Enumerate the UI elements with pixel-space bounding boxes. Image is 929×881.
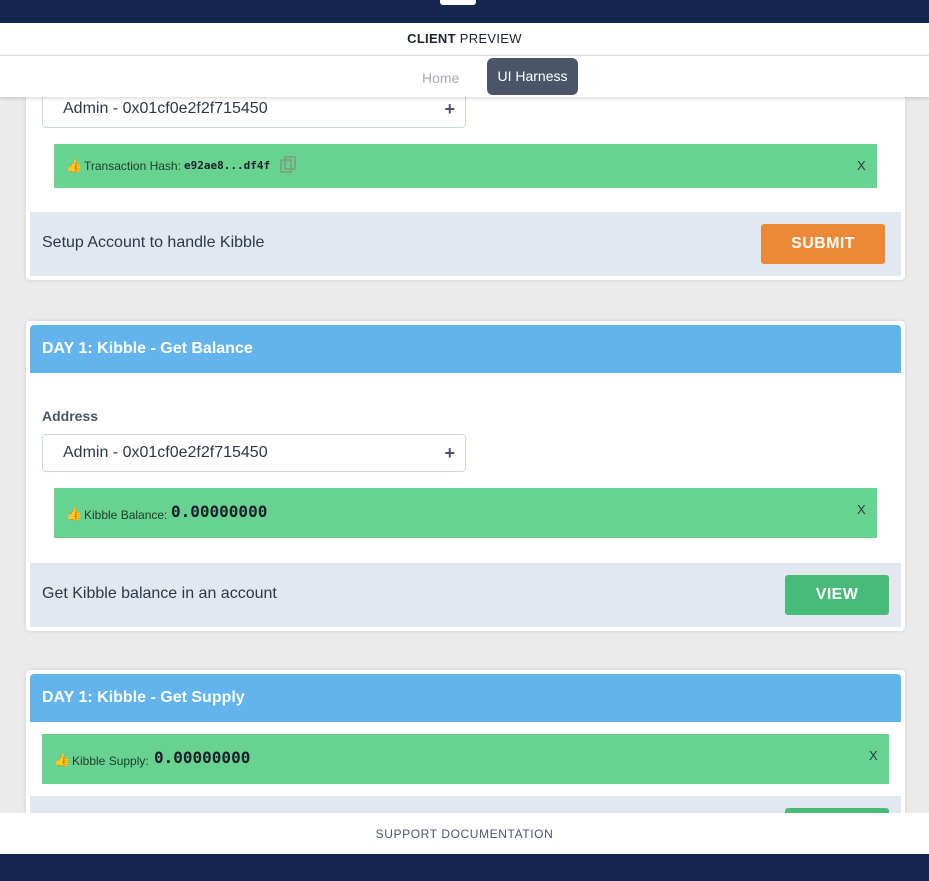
setup-account-description: Setup Account to handle Kibble <box>42 234 265 251</box>
preview-header: CLIENT PREVIEW <box>0 23 929 56</box>
address-select-value: Admin - 0x01cf0e2f2f715450 <box>63 444 268 461</box>
close-alert-button[interactable]: X <box>857 502 866 517</box>
address-label: Address <box>42 408 99 424</box>
nav-bar: Home UI Harness <box>0 56 929 97</box>
transaction-hash-value: e92ae8...df4f <box>184 159 271 172</box>
view-button[interactable]: VIEW <box>785 575 889 615</box>
bottom-bar <box>0 854 929 881</box>
get-supply-card: DAY 1: Kibble - Get Supply 👍 Kibble Supp… <box>26 670 905 813</box>
get-balance-card: DAY 1: Kibble - Get Balance Address Admi… <box>26 321 905 631</box>
address-select[interactable]: Admin - 0x01cf0e2f2f715450 + <box>42 97 466 128</box>
kibble-supply-alert: 👍 Kibble Supply: 0.00000000 X <box>42 734 889 784</box>
nav-home-link[interactable]: Home <box>422 70 459 86</box>
top-bar-handle <box>440 0 476 5</box>
plus-icon[interactable]: + <box>444 435 455 471</box>
nav-ui-harness-tab[interactable]: UI Harness <box>487 58 578 95</box>
thumbs-up-icon: 👍 <box>66 506 83 521</box>
setup-account-action-row: Setup Account to handle Kibble SUBMIT <box>30 212 901 276</box>
thumbs-up-icon: 👍 <box>54 752 71 767</box>
get-balance-action-row: Get Kibble balance in an account VIEW <box>30 563 901 627</box>
thumbs-up-icon: 👍 <box>66 158 83 173</box>
setup-account-card: Admin - 0x01cf0e2f2f715450 + 👍 Transacti… <box>26 97 905 280</box>
get-balance-title: DAY 1: Kibble - Get Balance <box>30 325 901 373</box>
address-select[interactable]: Admin - 0x01cf0e2f2f715450 + <box>42 434 466 472</box>
kibble-balance-alert: 👍 Kibble Balance: 0.00000000 X <box>54 488 877 538</box>
transaction-hash-alert: 👍 Transaction Hash: e92ae8...df4f X <box>54 144 877 188</box>
top-bar <box>0 0 929 23</box>
plus-icon[interactable]: + <box>444 97 455 127</box>
header-title-rest: PREVIEW <box>459 31 522 46</box>
close-alert-button[interactable]: X <box>857 158 866 173</box>
get-supply-title: DAY 1: Kibble - Get Supply <box>30 674 901 722</box>
support-documentation-link[interactable]: SUPPORT DOCUMENTATION <box>0 813 929 854</box>
kibble-balance-value: 0.00000000 <box>171 502 268 521</box>
address-select-value: Admin - 0x01cf0e2f2f715450 <box>63 100 268 117</box>
kibble-supply-value: 0.00000000 <box>154 748 251 767</box>
transaction-hash-label: Transaction Hash: <box>84 159 181 173</box>
submit-button[interactable]: SUBMIT <box>761 224 885 264</box>
close-alert-button[interactable]: X <box>869 748 878 763</box>
copy-icon[interactable] <box>280 156 296 173</box>
kibble-balance-label: Kibble Balance: <box>84 508 168 522</box>
get-supply-action-row <box>30 796 901 813</box>
get-balance-description: Get Kibble balance in an account <box>42 585 277 602</box>
main-content[interactable]: Admin - 0x01cf0e2f2f715450 + 👍 Transacti… <box>0 97 929 813</box>
kibble-supply-label: Kibble Supply: <box>72 754 149 768</box>
header-title-bold: CLIENT <box>407 31 456 46</box>
